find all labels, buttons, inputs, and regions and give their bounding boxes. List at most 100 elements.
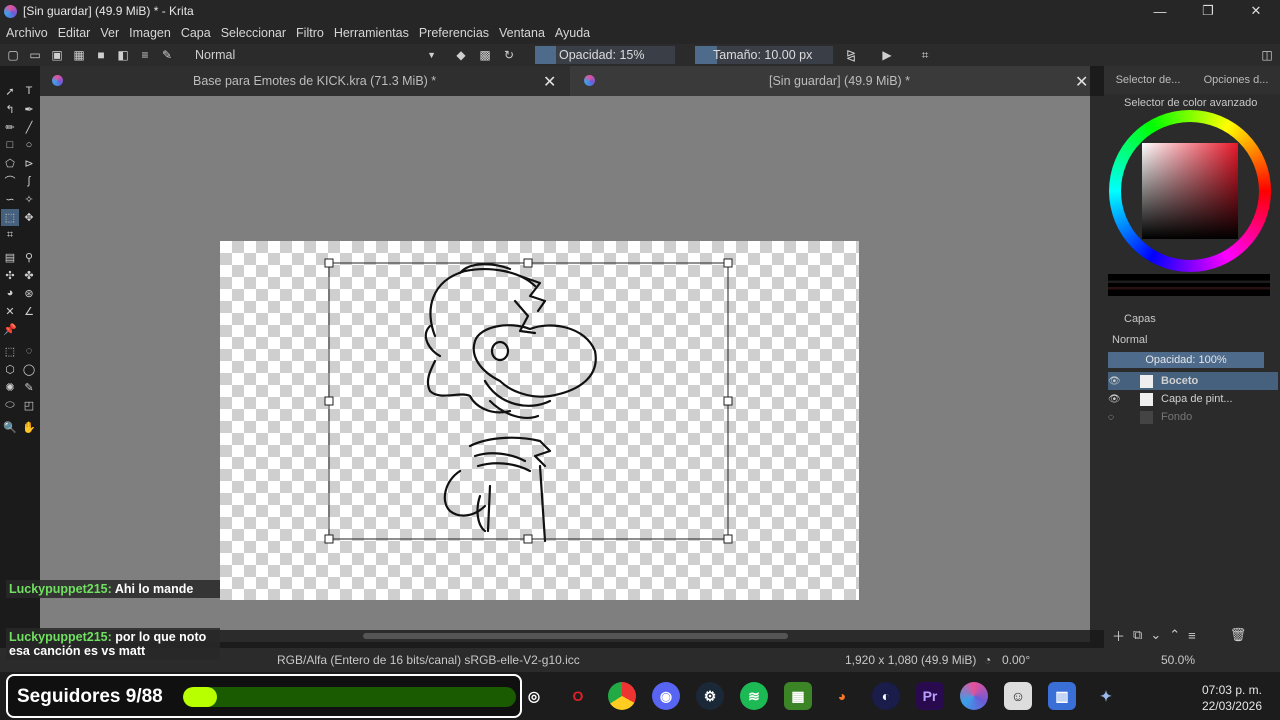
blend-mode-select[interactable]: Normal ▼	[190, 46, 440, 64]
smart-patch-tool-icon[interactable]: ✤	[20, 267, 38, 284]
magnetic-select-tool-icon[interactable]: ◰	[20, 397, 38, 414]
move-tool-icon[interactable]: ✥	[20, 209, 38, 226]
assistant-tool-icon[interactable]: ✕	[1, 303, 19, 320]
saturation-value-square[interactable]	[1142, 143, 1238, 239]
freehand-path-tool-icon[interactable]: ʃ	[20, 173, 38, 190]
color-picker-tool-icon[interactable]: ⚲	[20, 249, 38, 266]
color-history[interactable]	[1108, 274, 1270, 296]
rect-select-tool-icon[interactable]: ⬚	[1, 343, 19, 360]
eraser-icon[interactable]: ◆	[452, 46, 470, 64]
hidden-eye-icon[interactable]: ◌	[1108, 412, 1122, 423]
save-icon[interactable]: ▣	[48, 46, 66, 64]
opera-icon[interactable]: O	[564, 682, 592, 710]
menu-ver[interactable]: Ver	[100, 26, 119, 40]
layer-row[interactable]: ◌ Fondo	[1108, 408, 1278, 426]
restore-icon[interactable]: ❐	[1184, 0, 1232, 22]
pattern-icon[interactable]: ■	[92, 46, 110, 64]
layer-opacity-slider[interactable]: Opacidad: 100%	[1108, 352, 1264, 368]
add-layer-icon[interactable]: ＋	[1112, 626, 1125, 645]
menu-seleccionar[interactable]: Seleccionar	[221, 26, 286, 40]
text-tool-icon[interactable]: T	[20, 83, 38, 100]
document-canvas[interactable]	[220, 241, 859, 600]
mirror-horizontal-icon[interactable]: ⧎	[842, 46, 860, 64]
delete-layer-icon[interactable]: 🗑	[1230, 627, 1247, 643]
premiere-icon[interactable]: Pr	[916, 682, 944, 710]
system-clock[interactable]: 07:03 p. m. 22/03/2026	[1202, 682, 1262, 714]
canvas-area[interactable]	[40, 96, 1090, 630]
vertical-scrollbar[interactable]	[1090, 96, 1104, 630]
colorize-mask-tool-icon[interactable]: ✣	[1, 267, 19, 284]
menu-preferencias[interactable]: Preferencias	[419, 26, 489, 40]
duplicate-layer-icon[interactable]: ⧉	[1133, 627, 1142, 643]
calligraphy-tool-icon[interactable]: ✒	[20, 101, 38, 118]
contiguous-select-tool-icon[interactable]: ✺	[1, 379, 19, 396]
wrap-around-icon[interactable]: ⌗	[916, 46, 934, 64]
menu-capa[interactable]: Capa	[181, 26, 211, 40]
fill-tool-icon[interactable]: ◕	[1, 285, 19, 302]
ellipse-tool-icon[interactable]: ○	[20, 137, 38, 154]
menu-archivo[interactable]: Archivo	[6, 26, 48, 40]
chrome-icon[interactable]	[608, 682, 636, 710]
reference-tool-icon[interactable]: 📌	[1, 321, 19, 338]
opacity-slider[interactable]: Opacidad: 15%	[535, 46, 675, 64]
menu-editar[interactable]: Editar	[58, 26, 91, 40]
multibrush-tool-icon[interactable]: ✧	[20, 191, 38, 208]
cinema4d-icon[interactable]: ◐	[872, 682, 900, 710]
tab-tool-options[interactable]: Opciones d...	[1192, 74, 1280, 86]
steam-icon[interactable]: ⚙	[696, 682, 724, 710]
new-document-icon[interactable]: ▢	[4, 46, 22, 64]
layer-blend-mode-select[interactable]: Normal	[1108, 331, 1253, 349]
scrollbar-thumb[interactable]	[363, 633, 788, 639]
close-icon[interactable]: ✕	[1232, 0, 1280, 22]
eye-icon[interactable]: 👁	[1108, 394, 1122, 405]
app-icon[interactable]: ☺	[1004, 682, 1032, 710]
line-tool-icon[interactable]: ╱	[20, 119, 38, 136]
measure-tool-icon[interactable]: ∠	[20, 303, 38, 320]
polyline-tool-icon[interactable]: ⊳	[20, 155, 38, 172]
sidebar-toggle-icon[interactable]: ◫	[1258, 46, 1276, 64]
gradient-icon[interactable]: ▦	[70, 46, 88, 64]
similar-select-tool-icon[interactable]: ✎	[20, 379, 38, 396]
spotify-icon[interactable]: ≋	[740, 682, 768, 710]
menu-ayuda[interactable]: Ayuda	[555, 26, 590, 40]
mirror-vertical-icon[interactable]: ▶	[878, 46, 896, 64]
bezier-tool-icon[interactable]: ⌒	[1, 173, 19, 190]
store-icon[interactable]: ▥	[1048, 682, 1076, 710]
enclose-fill-tool-icon[interactable]: ⊛	[20, 285, 38, 302]
eye-icon[interactable]: 👁	[1108, 376, 1122, 387]
layer-properties-icon[interactable]: ≡	[1188, 628, 1196, 643]
fg-bg-color-icon[interactable]: ◧	[114, 46, 132, 64]
freehand-select-tool-icon[interactable]: ◯	[20, 361, 38, 378]
discord-icon[interactable]: ◉	[652, 682, 680, 710]
size-slider[interactable]: Tamaño: 10.00 px	[695, 46, 833, 64]
zoom-tool-icon[interactable]: 🔍	[1, 419, 19, 436]
obs-icon[interactable]: ◎	[520, 682, 548, 710]
polygon-tool-icon[interactable]: ⬠	[1, 155, 19, 172]
menu-imagen[interactable]: Imagen	[129, 26, 171, 40]
menu-filtro[interactable]: Filtro	[296, 26, 324, 40]
pan-tool-icon[interactable]: ✋	[20, 419, 38, 436]
gradient-tool-icon[interactable]: ▤	[1, 249, 19, 266]
menu-ventana[interactable]: Ventana	[499, 26, 545, 40]
brush-settings-icon[interactable]: ≡	[136, 46, 154, 64]
bezier-select-tool-icon[interactable]: ⬭	[1, 397, 19, 414]
app2-icon[interactable]: ✦	[1092, 682, 1120, 710]
close-tab-icon[interactable]: ✕	[1075, 72, 1088, 92]
move-down-icon[interactable]: ⌄	[1150, 627, 1161, 643]
layer-row[interactable]: 👁 Boceto	[1108, 372, 1278, 390]
blender-icon[interactable]: ◕	[828, 682, 856, 710]
rectangle-tool-icon[interactable]: □	[1, 137, 19, 154]
krita-taskbar-icon[interactable]	[960, 682, 988, 710]
move-up-icon[interactable]: ⌃	[1169, 627, 1180, 643]
layer-row[interactable]: 👁 Capa de pint...	[1108, 390, 1278, 408]
polygon-select-tool-icon[interactable]: ⬡	[1, 361, 19, 378]
brush-tool-icon[interactable]: ✏	[1, 119, 19, 136]
open-folder-icon[interactable]: ▭	[26, 46, 44, 64]
tab-base-emotes[interactable]: Base para Emotes de KICK.kra (71.3 MiB) …	[40, 66, 570, 96]
close-tab-icon[interactable]: ✕	[543, 72, 556, 92]
edit-shapes-tool-icon[interactable]: ↰	[1, 101, 19, 118]
minimize-icon[interactable]: —	[1136, 0, 1184, 22]
menu-herramientas[interactable]: Herramientas	[334, 26, 409, 40]
crop-tool-icon[interactable]: ⌗	[1, 227, 19, 244]
brush-preset-icon[interactable]: ✎	[158, 46, 176, 64]
